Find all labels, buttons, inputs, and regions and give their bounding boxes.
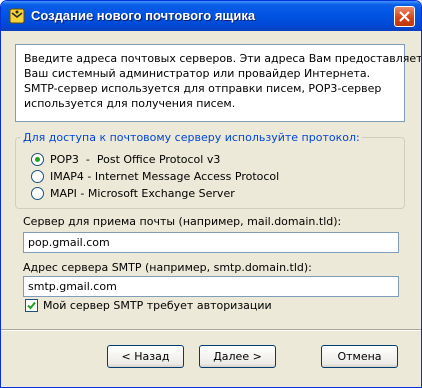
title-bar[interactable]: Создание нового почтового ящика [1, 1, 421, 31]
incoming-server-input[interactable]: pop.gmail.com [23, 232, 399, 253]
radio-label: IMAP4 - Internet Message Access Protocol [50, 169, 280, 183]
smtp-auth-label: Мой сервер SMTP требует авторизации [43, 299, 272, 312]
radio-pop3[interactable]: POP3 - Post Office Protocol v3 [31, 151, 220, 167]
radio-button[interactable] [31, 186, 44, 200]
back-button[interactable]: < Назад [107, 345, 184, 368]
smtp-server-input[interactable]: smtp.gmail.com [23, 276, 399, 297]
radio-button[interactable] [31, 169, 44, 183]
radio-label: MAPI - Microsoft Exchange Server [50, 186, 235, 200]
info-text-line: SMTP-сервер используется для отправки пи… [24, 82, 382, 95]
radio-imap4[interactable]: IMAP4 - Internet Message Access Protocol [31, 168, 279, 184]
info-panel: Введите адреса почтовых серверов. Эти ад… [15, 44, 422, 122]
mail-app-icon [9, 8, 25, 24]
checkmark-icon [27, 301, 36, 310]
smtp-server-label: Адрес сервера SMTP (например, smtp.domai… [23, 261, 312, 274]
incoming-server-label: Сервер для приема почты (например, mail.… [23, 215, 342, 228]
close-icon [399, 11, 410, 22]
window-title: Создание нового почтового ящика [31, 8, 256, 23]
info-text-line: Ваш системный администратор или провайде… [24, 67, 371, 80]
info-text-line: используется для получения писем. [24, 97, 236, 110]
dialog-window: Создание нового почтового ящика Введите … [0, 0, 422, 388]
smtp-auth-checkbox-row[interactable]: Мой сервер SMTP требует авторизации [25, 299, 272, 312]
next-button[interactable]: Далее > [199, 345, 276, 368]
smtp-auth-checkbox[interactable] [25, 299, 38, 312]
cancel-button[interactable]: Отмена [321, 345, 398, 368]
button-divider [1, 329, 421, 331]
info-text-line: Введите адреса почтовых серверов. Эти ад… [24, 52, 422, 65]
protocol-group-legend: Для доступа к почтовому серверу использу… [21, 131, 362, 144]
close-button[interactable] [394, 6, 415, 27]
radio-button-selected[interactable] [31, 152, 44, 166]
radio-mapi[interactable]: MAPI - Microsoft Exchange Server [31, 185, 235, 201]
radio-label: POP3 - Post Office Protocol v3 [50, 152, 221, 166]
